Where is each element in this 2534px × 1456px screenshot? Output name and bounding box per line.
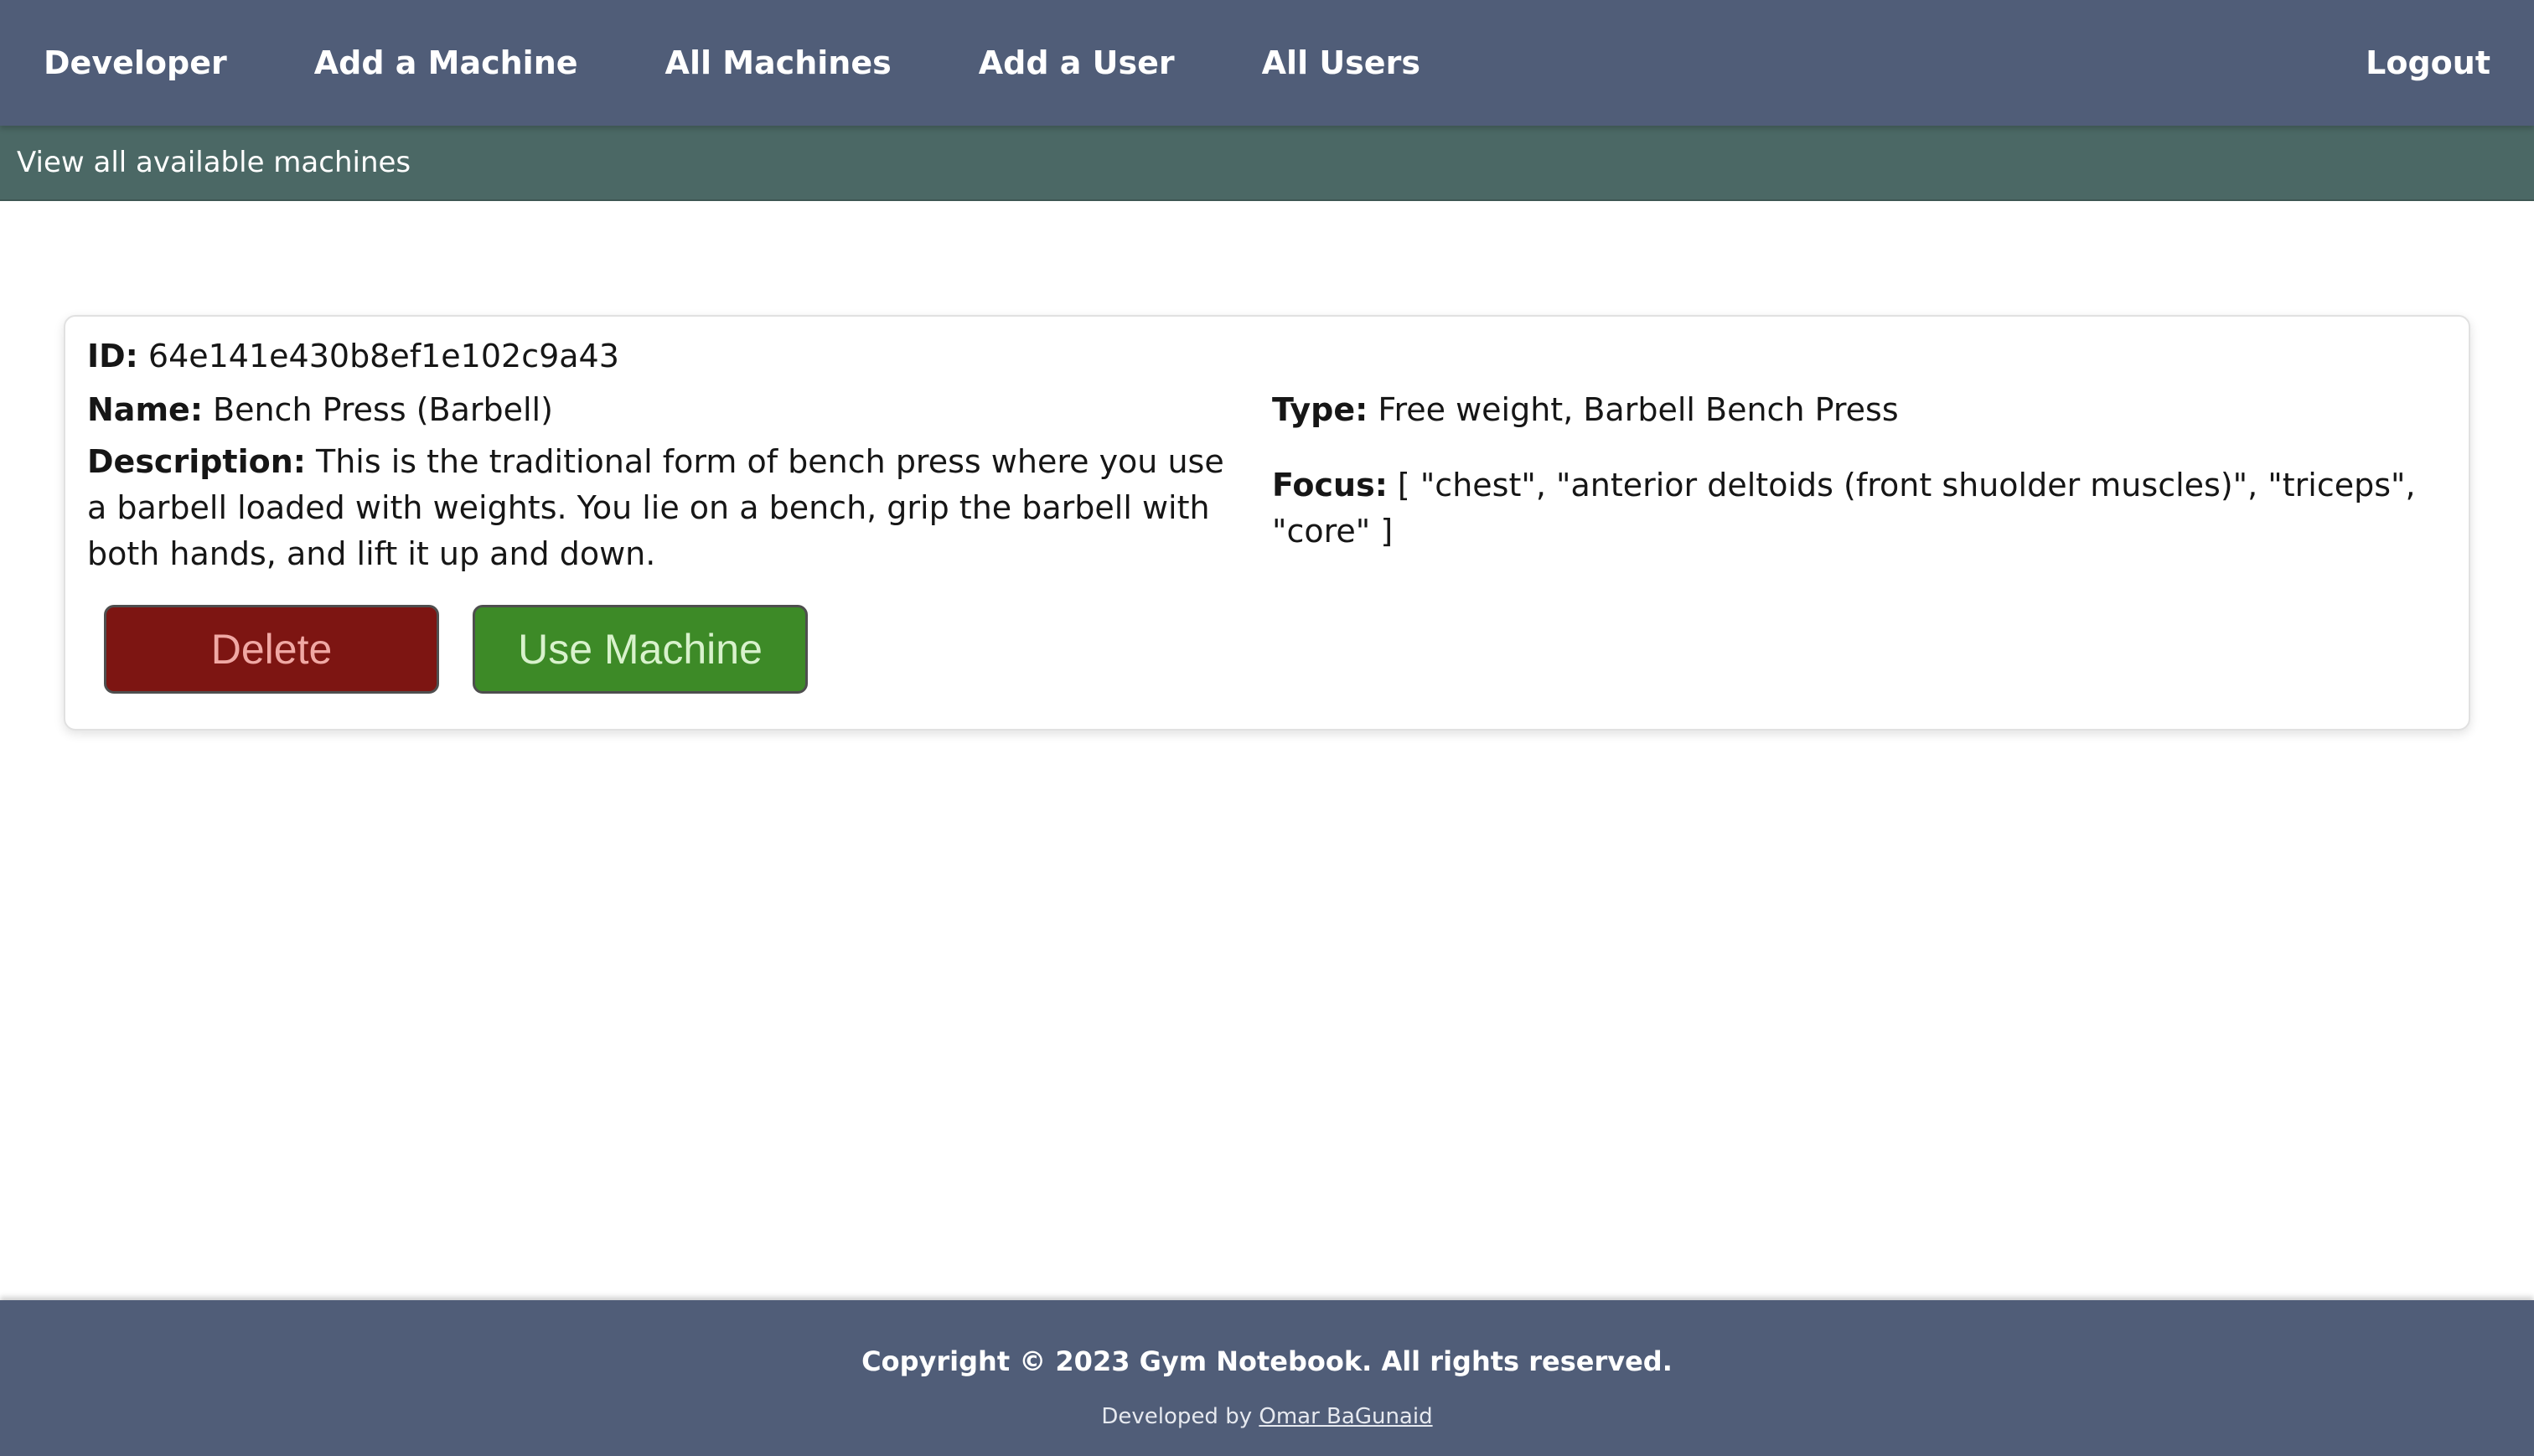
footer: Copyright © 2023 Gym Notebook. All right… (0, 1300, 2534, 1456)
machine-description: Description: This is the traditional form… (87, 439, 1244, 577)
machine-id-value: 64e141e430b8ef1e102c9a43 (147, 338, 619, 374)
machine-type-label: Type: (1272, 391, 1368, 428)
nav-item-add-user[interactable]: Add a User (979, 44, 1175, 81)
nav-right: Logout (2366, 44, 2534, 81)
developed-by-label: Developed by (1101, 1404, 1253, 1429)
page-subtitle: View all available machines (17, 146, 411, 179)
nav-item-all-machines[interactable]: All Machines (665, 44, 892, 81)
nav-item-add-machine[interactable]: Add a Machine (314, 44, 578, 81)
machine-focus-label: Focus: (1272, 467, 1388, 503)
page-subtitle-bar: View all available machines (0, 126, 2534, 201)
machine-name-label: Name: (87, 391, 204, 428)
copyright-text: Copyright © 2023 Gym Notebook. All right… (861, 1345, 1673, 1377)
machine-focus-value: [ "chest", "anterior deltoids (front shu… (1272, 467, 2416, 550)
machine-card: ID: 64e141e430b8ef1e102c9a43 Name: Bench P… (64, 315, 2470, 731)
nav-links: Developer Add a Machine All Machines Add… (0, 44, 1420, 81)
logout-link[interactable]: Logout (2366, 44, 2490, 81)
machine-id: ID: 64e141e430b8ef1e102c9a43 (87, 333, 619, 379)
machine-name-value: Bench Press (Barbell) (213, 391, 553, 428)
top-navigation: Developer Add a Machine All Machines Add… (0, 0, 2534, 126)
use-machine-button[interactable]: Use Machine (473, 605, 808, 694)
nav-item-all-users[interactable]: All Users (1262, 44, 1420, 81)
machine-name: Name: Bench Press (Barbell) (87, 387, 553, 433)
machine-focus: Focus:[ "chest", "anterior deltoids (fro… (1272, 462, 2454, 555)
delete-button[interactable]: Delete (104, 605, 439, 694)
machine-type: Type: Free weight, Barbell Bench Press (1272, 387, 1899, 433)
page: Developer Add a Machine All Machines Add… (0, 0, 2534, 1456)
machine-id-label: ID: (87, 338, 138, 374)
developed-by: Developed by Omar BaGunaid (0, 1404, 2534, 1429)
machine-description-label: Description: (87, 443, 306, 480)
nav-item-developer[interactable]: Developer (44, 44, 227, 81)
machine-type-value: Free weight, Barbell Bench Press (1378, 391, 1899, 428)
developer-link[interactable]: Omar BaGunaid (1259, 1404, 1432, 1429)
